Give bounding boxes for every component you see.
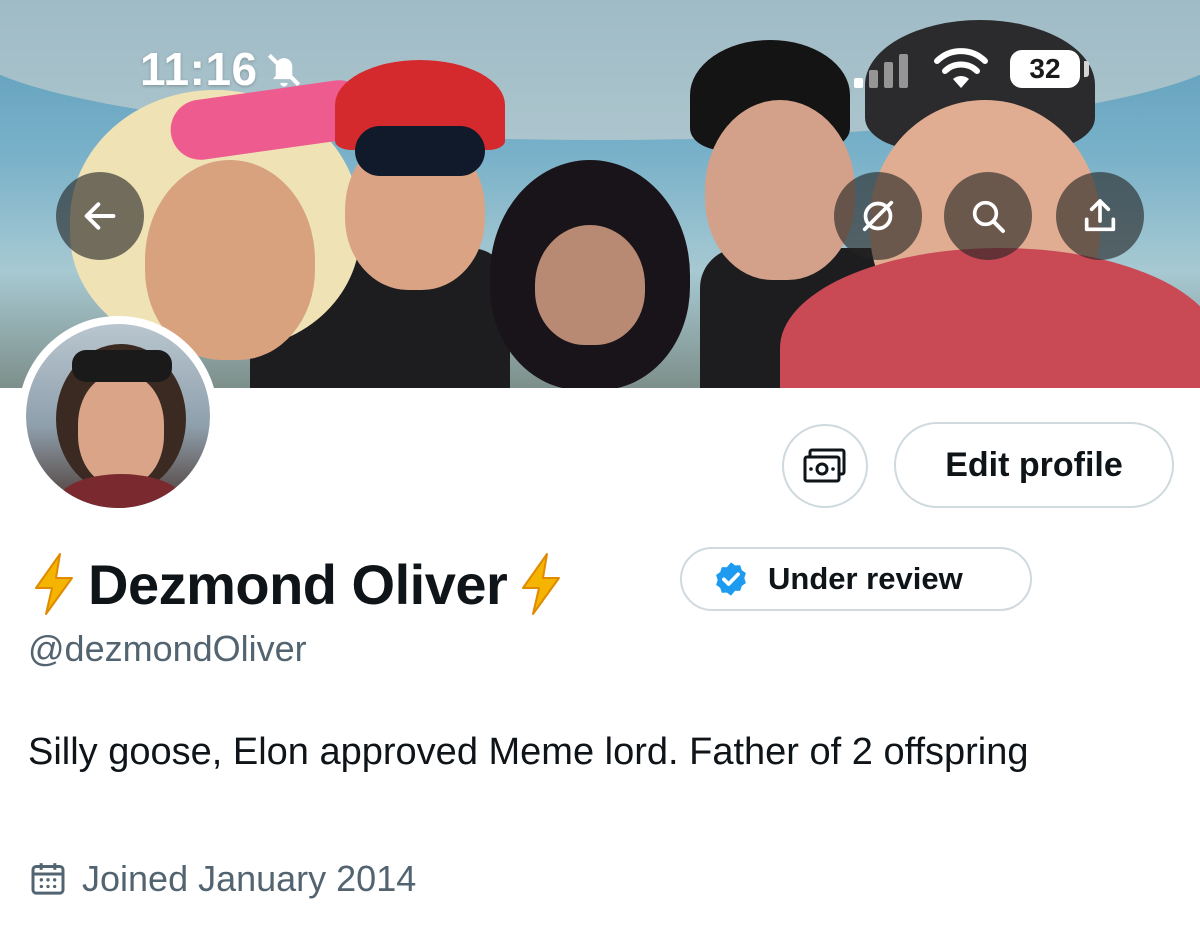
edit-profile-button[interactable]: Edit profile [894,422,1174,508]
tips-button[interactable] [782,424,868,508]
battery-nub [1084,61,1089,77]
profile-name-row: Dezmond Oliver [28,544,567,624]
profile-name: Dezmond Oliver [88,552,508,616]
avatar-face [78,374,164,486]
avatar-shirt [56,474,186,508]
search-icon [972,200,1005,233]
person-face [535,225,645,345]
status-time: 11:16 [140,43,258,95]
status-bar: 11:16 32 [0,42,1200,98]
share-button[interactable] [1056,172,1144,260]
wifi-icon [934,48,988,88]
joined-label: Joined January 2014 [82,858,417,899]
sunglasses [355,126,485,176]
person-face [705,100,855,280]
joined-date: Joined January 2014 [28,858,416,900]
verification-status-badge[interactable]: Under review [680,547,1032,611]
grok-button[interactable] [834,172,922,260]
profile-bio: Silly goose, Elon approved Meme lord. Fa… [28,731,1029,773]
back-arrow-icon [84,202,116,230]
search-button[interactable] [944,172,1032,260]
bell-muted-icon [267,53,301,87]
share-icon [1084,199,1116,232]
profile-handle: @dezmondOliver [28,628,307,669]
lightning-bolt-icon [35,553,73,615]
cellular-signal-icon [854,54,908,88]
profile-avatar[interactable] [18,316,218,516]
lightning-bolt-icon [522,553,561,615]
profile-banner[interactable]: 11:16 32 [0,0,1200,388]
money-icon [803,448,846,483]
verified-badge-icon [716,562,746,596]
back-button[interactable] [56,172,144,260]
avatar-image [26,324,210,508]
battery-indicator: 32 [1010,50,1080,88]
grok-icon [862,200,894,232]
verification-label: Under review [768,561,963,596]
avatar-headband [72,350,172,382]
calendar-icon [31,863,65,895]
